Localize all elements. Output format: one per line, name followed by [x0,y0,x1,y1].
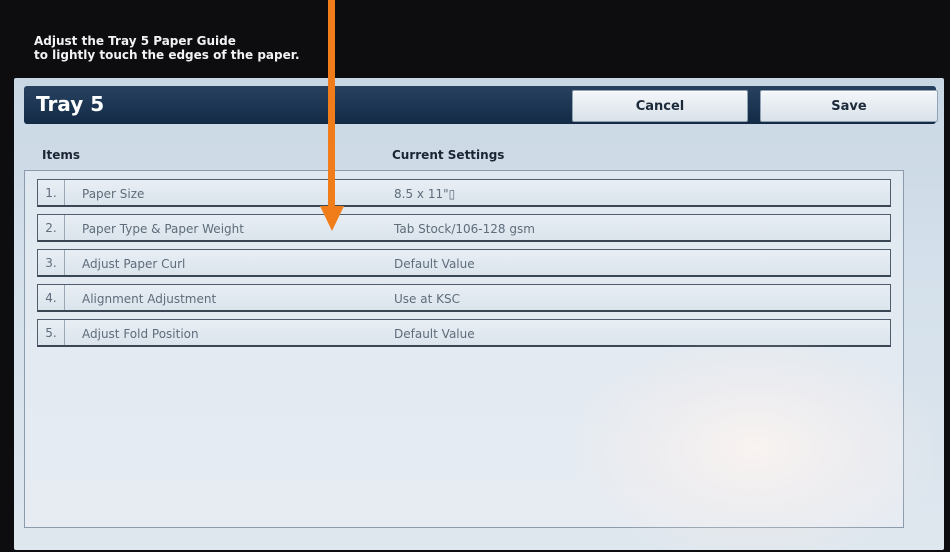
page-title: Tray 5 [36,92,105,116]
header-bar: Tray 5 Cancel Save [24,86,938,124]
item-name: Adjust Paper Curl [82,257,186,271]
item-name: Adjust Fold Position [82,327,199,341]
item-number: 1. [38,180,65,205]
column-header-current-settings: Current Settings [392,148,505,162]
list-item-adjust-paper-curl[interactable]: 3. Adjust Paper Curl Default Value [37,249,891,277]
column-header-items: Items [42,148,80,162]
item-number: 5. [38,320,65,345]
cancel-button[interactable]: Cancel [572,90,748,122]
item-number: 2. [38,215,65,240]
item-value: Default Value [394,257,475,271]
item-value: Tab Stock/106-128 gsm [394,222,535,236]
instruction-text: Adjust the Tray 5 Paper Guide to lightly… [34,34,300,62]
item-number: 4. [38,285,65,310]
tray-settings-screen: Tray 5 Cancel Save Items Current Setting… [14,78,944,550]
list-item-paper-type-weight[interactable]: 2. Paper Type & Paper Weight Tab Stock/1… [37,214,891,242]
item-value: 8.5 x 11"▯ [394,187,456,201]
item-value: Use at KSC [394,292,460,306]
item-name: Alignment Adjustment [82,292,217,306]
save-button[interactable]: Save [760,90,938,122]
settings-list: 1. Paper Size 8.5 x 11"▯ 2. Paper Type &… [24,170,904,528]
item-number: 3. [38,250,65,275]
list-item-adjust-fold-position[interactable]: 5. Adjust Fold Position Default Value [37,319,891,347]
list-item-alignment-adjustment[interactable]: 4. Alignment Adjustment Use at KSC [37,284,891,312]
item-name: Paper Size [82,187,145,201]
item-value: Default Value [394,327,475,341]
list-item-paper-size[interactable]: 1. Paper Size 8.5 x 11"▯ [37,179,891,207]
item-name: Paper Type & Paper Weight [82,222,244,236]
